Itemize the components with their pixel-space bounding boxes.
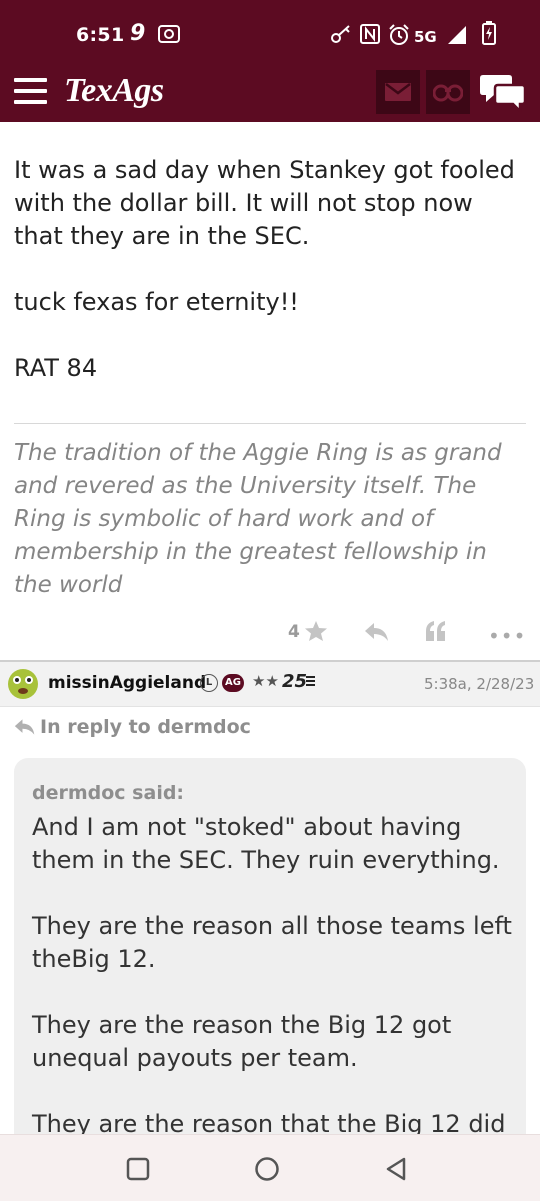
post-body: It was a sad day when Stankey got fooled… [14,154,524,418]
notification-9-icon: 9 [130,21,146,46]
star-icon[interactable] [304,620,328,642]
battery-icon [482,21,496,45]
post-signature: The tradition of the Aggie Ring is as gr… [14,440,502,598]
binoculars-icon [433,84,463,102]
menu-icon[interactable] [14,78,48,104]
app-bar: TexAgs [0,60,540,122]
reply-arrow-icon [14,719,35,735]
quote-paragraph: And I am not "stoked" about having them … [32,813,500,874]
avatar[interactable] [6,666,40,700]
status-time: 6:51 [76,24,125,46]
radio-icon [158,25,180,43]
post-actions: 4 ••• [0,612,540,652]
recents-icon[interactable] [126,1157,150,1181]
star-count: 4 [288,622,300,642]
mail-icon [385,83,411,101]
home-icon[interactable] [254,1156,280,1182]
back-icon[interactable] [384,1157,408,1181]
reply-icon[interactable] [364,622,390,642]
ag-badge: AG [222,674,244,692]
in-reply-to-link[interactable]: In reply to dermdoc [40,716,251,738]
mail-button[interactable] [376,70,420,114]
alarm-icon [389,24,409,45]
post-paragraph: It was a sad day when Stankey got fooled… [14,156,515,250]
post-paragraph: RAT 84 [14,354,98,382]
binoculars-button[interactable] [426,70,470,114]
chat-icon[interactable] [480,72,526,112]
signature-divider [14,423,526,424]
quote-icon[interactable] [425,620,447,642]
system-nav-bar [0,1134,540,1201]
texags-logo[interactable]: TexAgs [64,72,164,110]
quote-paragraph: They are the reason the Big 12 got unequ… [32,1011,452,1072]
reply-timestamp: 5:38a, 2/28/23 [424,675,535,693]
network-type: 5G [414,28,437,46]
quote-body: And I am not "stoked" about having them … [32,811,522,1174]
lifetime-badge: L [200,674,218,692]
user-level: 25 [282,671,308,692]
nfc-icon [360,24,380,44]
quote-author: dermdoc said: [32,782,185,804]
key-icon [331,25,350,43]
post-paragraph: tuck fexas for eternity!! [14,288,299,316]
more-options-icon[interactable]: ••• [488,624,526,648]
reply-header: missinAggieland L AG ★★ 25 5:38a, 2/28/2… [0,660,540,707]
top-chrome: 6:51 9 5G TexAgs [0,0,540,122]
user-stars: ★★ [252,672,279,690]
level-bars-icon [306,676,315,688]
reply-username[interactable]: missinAggieland [48,673,206,693]
status-bar: 6:51 9 5G [0,0,540,60]
quote-paragraph: They are the reason all those teams left… [32,912,512,973]
signal-icon [448,26,466,44]
